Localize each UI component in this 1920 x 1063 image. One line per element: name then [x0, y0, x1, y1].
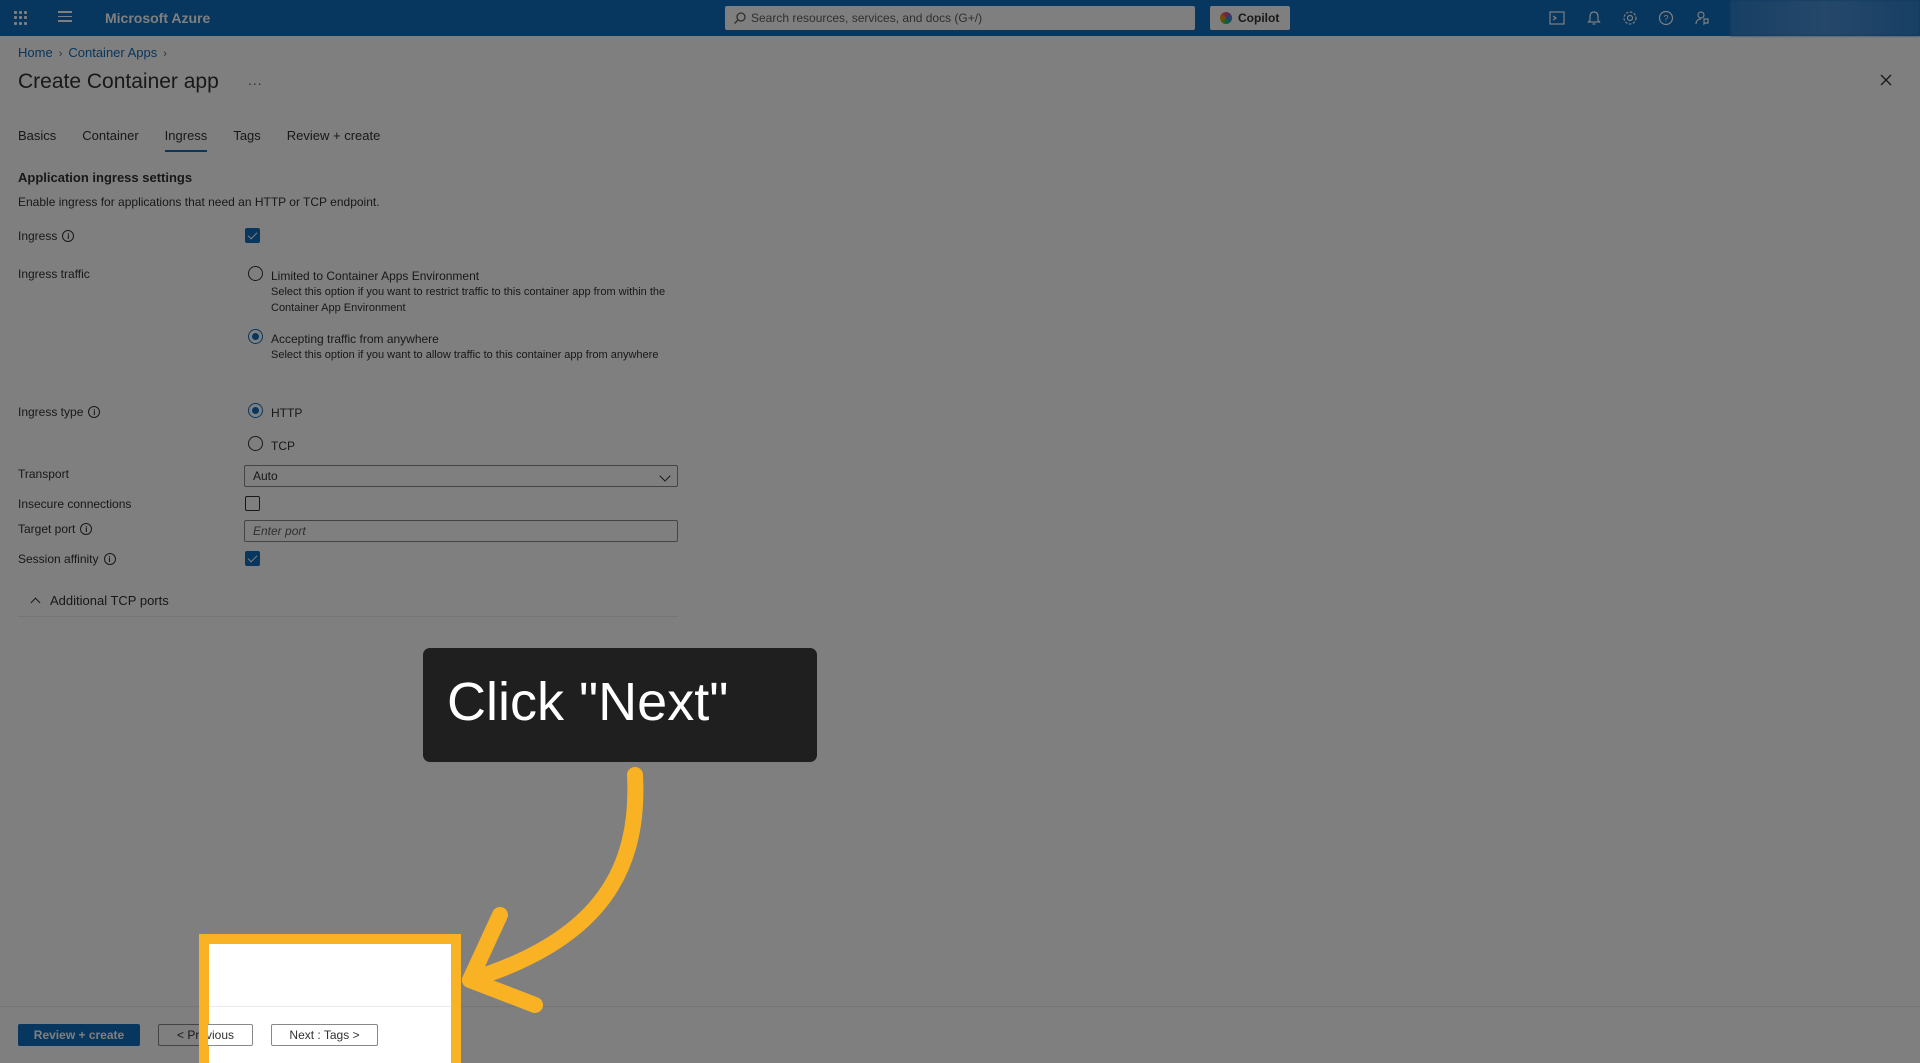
- top-bar: Microsoft Azure Copilot ?: [0, 0, 1920, 36]
- transport-label-text: Transport: [18, 467, 69, 481]
- bell-icon[interactable]: [1585, 9, 1603, 27]
- radio-tcp[interactable]: [248, 436, 263, 451]
- page-title: Create Container app: [18, 70, 219, 93]
- additional-tcp-ports-label: Additional TCP ports: [50, 593, 169, 608]
- breadcrumb-home[interactable]: Home: [18, 45, 53, 60]
- ingress-type-label: Ingress type i: [18, 405, 101, 419]
- menu-icon[interactable]: [58, 11, 72, 23]
- ingress-type-label-text: Ingress type: [18, 405, 84, 419]
- more-options-icon[interactable]: ...: [248, 72, 263, 88]
- gear-icon[interactable]: [1621, 9, 1639, 27]
- tab-basics[interactable]: Basics: [18, 128, 56, 152]
- section-title: Application ingress settings: [18, 170, 193, 185]
- insecure-label-text: Insecure connections: [18, 497, 132, 511]
- breadcrumb-container-apps[interactable]: Container Apps: [68, 45, 157, 60]
- radio-limited-label[interactable]: Limited to Container Apps Environment: [271, 269, 479, 283]
- target-port-label-text: Target port: [18, 522, 76, 536]
- radio-http[interactable]: [248, 403, 263, 418]
- tab-tags[interactable]: Tags: [233, 128, 260, 152]
- transport-label: Transport: [18, 467, 69, 481]
- insecure-connections-checkbox[interactable]: [245, 496, 260, 511]
- copilot-icon: [1220, 12, 1232, 24]
- radio-accept-anywhere[interactable]: [248, 329, 263, 344]
- insecure-connections-label: Insecure connections: [18, 497, 131, 511]
- radio-anywhere-description: Select this option if you want to allow …: [271, 349, 659, 361]
- additional-tcp-ports-accordion[interactable]: Additional TCP ports: [18, 587, 678, 617]
- tab-container[interactable]: Container: [82, 128, 138, 152]
- chevron-up-icon: [30, 597, 41, 608]
- section-description: Enable ingress for applications that nee…: [18, 195, 380, 209]
- chevron-down-icon: [659, 470, 671, 482]
- session-affinity-label-text: Session affinity: [18, 552, 99, 566]
- copilot-label: Copilot: [1238, 11, 1280, 25]
- ingress-traffic-label-text: Ingress traffic: [18, 267, 90, 281]
- svg-text:?: ?: [1663, 14, 1668, 24]
- wizard-tabs: Basics Container Ingress Tags Review + c…: [18, 128, 380, 152]
- transport-value: Auto: [253, 469, 278, 483]
- review-create-button[interactable]: Review + create: [18, 1024, 140, 1046]
- account-area[interactable]: [1730, 0, 1920, 36]
- search-icon: [734, 12, 746, 24]
- cloud-shell-icon[interactable]: [1548, 9, 1566, 27]
- ingress-checkbox[interactable]: [245, 228, 260, 243]
- ingress-traffic-label: Ingress traffic: [18, 267, 90, 281]
- ingress-label-text: Ingress: [18, 229, 58, 243]
- chevron-right-icon: ›: [163, 48, 167, 60]
- target-port-label: Target port i: [18, 522, 93, 536]
- app-launcher-icon[interactable]: [14, 11, 28, 25]
- feedback-icon[interactable]: [1693, 9, 1711, 27]
- radio-tcp-label[interactable]: TCP: [271, 439, 295, 453]
- tutorial-arrow-icon: [462, 767, 644, 1013]
- chevron-right-icon: ›: [58, 48, 63, 60]
- tab-review-create[interactable]: Review + create: [287, 128, 381, 152]
- footer-divider: [207, 1006, 452, 1007]
- ingress-label: Ingress i: [18, 229, 75, 243]
- copilot-button[interactable]: Copilot: [1210, 6, 1290, 30]
- session-affinity-checkbox[interactable]: [245, 551, 260, 566]
- target-port-input[interactable]: [244, 520, 678, 542]
- tutorial-callout: Click "Next": [423, 648, 817, 762]
- help-icon[interactable]: ?: [1657, 9, 1675, 27]
- session-affinity-label: Session affinity i: [18, 552, 116, 566]
- tab-ingress[interactable]: Ingress: [164, 128, 207, 152]
- info-icon[interactable]: i: [62, 230, 75, 242]
- radio-anywhere-label[interactable]: Accepting traffic from anywhere: [271, 332, 439, 346]
- search-box[interactable]: [725, 6, 1195, 30]
- radio-limited-description: Select this option if you want to restri…: [271, 286, 666, 314]
- radio-limited-to-environment[interactable]: [248, 266, 263, 281]
- close-icon[interactable]: [1878, 72, 1894, 88]
- radio-http-label[interactable]: HTTP: [271, 406, 302, 420]
- search-input[interactable]: [751, 6, 1191, 30]
- brand-title[interactable]: Microsoft Azure: [105, 10, 210, 26]
- transport-select[interactable]: Auto: [244, 465, 678, 487]
- next-button[interactable]: Next : Tags >: [271, 1024, 378, 1046]
- info-icon[interactable]: i: [103, 553, 116, 565]
- info-icon[interactable]: i: [80, 523, 93, 535]
- breadcrumb: Home › Container Apps ›: [18, 45, 173, 60]
- info-icon[interactable]: i: [88, 406, 101, 418]
